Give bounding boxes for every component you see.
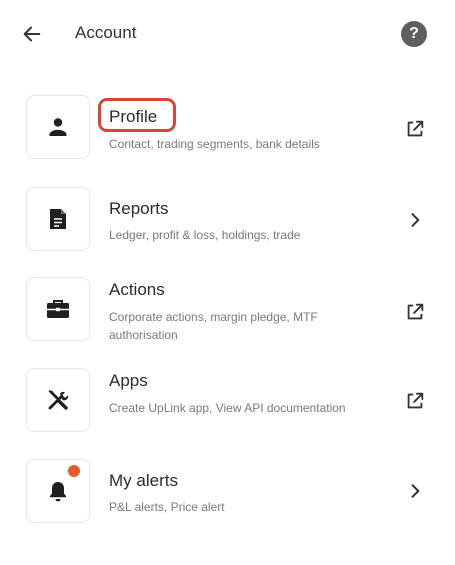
briefcase-icon [47,300,69,318]
chevron-right-icon [411,213,420,227]
alerts-icon-box [26,459,90,523]
reports-icon-box [26,187,90,251]
external-link-icon [407,392,424,409]
bell-icon [50,482,66,502]
app-header: Account ? [0,0,455,66]
actions-external-link[interactable] [402,299,428,325]
apps-icon-box [26,368,90,432]
user-icon [49,118,67,136]
actions-title: Actions [109,280,165,299]
page-title: Account [75,23,137,42]
arrow-left-icon [23,26,41,42]
tools-icon [48,390,69,410]
back-button[interactable] [16,18,48,50]
apps-external-link[interactable] [402,388,428,414]
external-link-icon [407,303,424,320]
menu-item-actions[interactable]: Actions Corporate actions, margin pledge… [0,277,455,347]
profile-external-link[interactable] [402,116,428,142]
reports-title: Reports [109,199,169,218]
apps-subtitle: Create UpLink app, View API documentatio… [109,401,346,415]
notification-dot [68,465,80,477]
apps-title: Apps [109,371,148,390]
profile-subtitle: Contact, trading segments, bank details [109,137,320,151]
menu-item-apps[interactable]: Apps Create UpLink app, View API documen… [0,368,455,438]
menu-item-reports[interactable]: Reports Ledger, profit & loss, holdings,… [0,187,455,253]
document-icon [50,209,66,229]
actions-icon-box [26,277,90,341]
my-alerts-subtitle: P&L alerts, Price alert [109,500,225,514]
profile-highlight-box [98,98,176,132]
profile-icon-box [26,95,90,159]
reports-subtitle: Ledger, profit & loss, holdings, trade [109,228,301,242]
external-link-icon [407,120,424,137]
my-alerts-chevron[interactable] [402,478,428,504]
menu-item-profile[interactable]: Profile Contact, trading segments, bank … [0,95,455,165]
my-alerts-title: My alerts [109,471,178,490]
question-circle-icon: ? [409,25,419,42]
help-button[interactable]: ? [401,21,427,47]
reports-chevron[interactable] [402,207,428,233]
account-screen: Account ? Profile Contact, trading segme… [0,0,455,565]
actions-subtitle: Corporate actions, margin pledge, MTF au… [109,310,318,342]
chevron-right-icon [411,484,420,498]
